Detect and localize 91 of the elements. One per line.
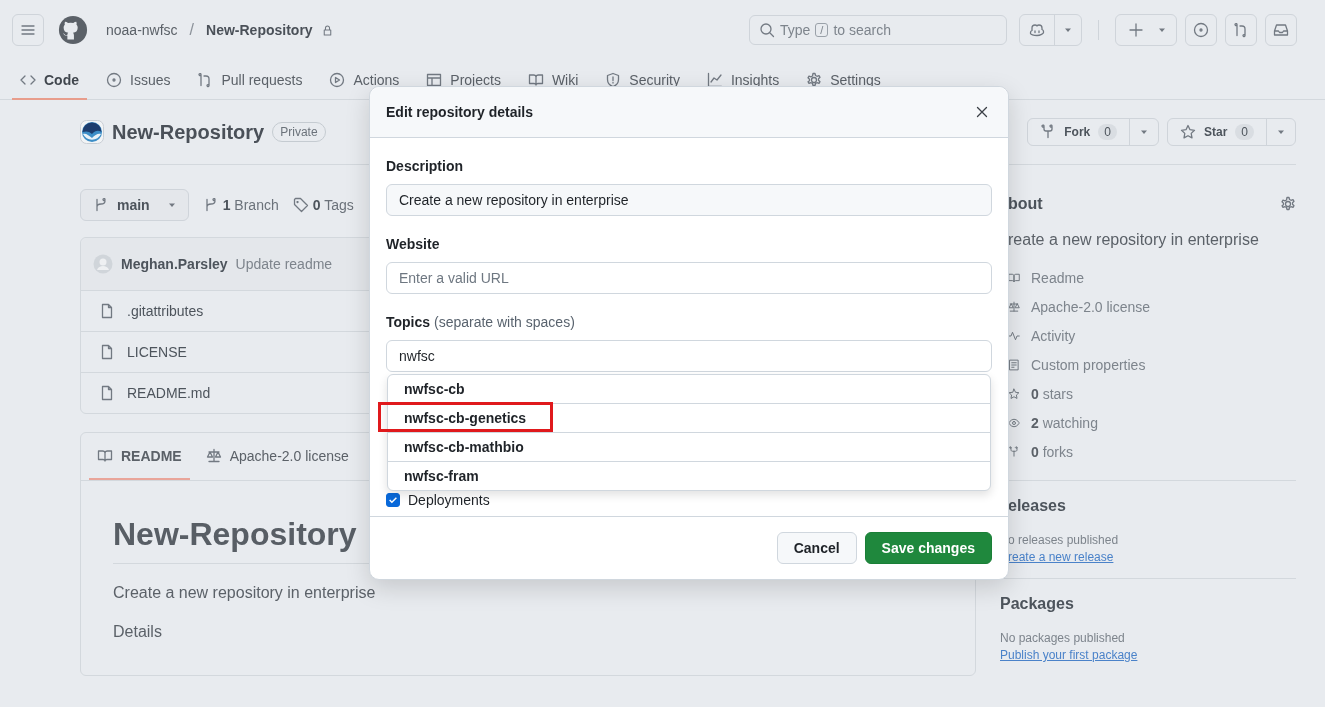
note-icon [1008,357,1020,372]
book-icon [97,447,113,464]
breadcrumb-separator: / [189,21,195,39]
file-icon [99,344,115,360]
checkbox[interactable] [386,493,400,507]
about-link[interactable]: 0 stars [1031,385,1074,402]
about-link[interactable]: Readme [1031,269,1084,286]
about-link[interactable]: Custom properties [1031,356,1146,373]
about-link[interactable]: 0 forks [1031,443,1074,460]
website-field[interactable]: Enter a valid URL [386,262,992,294]
caret-icon [1064,26,1072,34]
pull-request-icon [1233,22,1249,38]
inbox-icon [1273,22,1289,38]
suggestion-item[interactable]: nwfsc-cb-genetics [388,404,990,432]
menu-button[interactable] [12,14,44,46]
suggestion-item[interactable]: nwfsc-cb [388,375,990,403]
star-icon [1179,124,1196,140]
book-icon [527,72,544,88]
description-label: Description [386,157,464,176]
topics-field[interactable]: nwfsc [386,340,992,372]
gear-icon [806,72,823,88]
readme-paragraph: Create a new repository in enterprise [113,584,376,602]
dialog-title: Edit repository details [386,104,534,120]
menu-icon [20,22,36,38]
play-icon [329,72,346,88]
readme-tab[interactable]: Apache-2.0 license [197,433,357,480]
releases-note: o releases published [1007,533,1120,547]
caret-icon [167,201,176,209]
commit-author[interactable]: Meghan.Parsley [121,256,228,272]
octocat-logo-icon[interactable] [58,15,88,45]
nav-tab[interactable]: Issues [98,60,179,100]
description-field[interactable]: Create a new repository in enterprise [386,184,992,216]
nav-tab[interactable]: Projects [418,60,509,100]
cancel-button[interactable]: Cancel [776,532,857,564]
caret-icon [1158,26,1166,34]
about-description: reate a new repository in enterprise [1007,231,1260,249]
fork-icon [1008,444,1020,459]
file-link[interactable]: LICENSE [127,344,187,360]
nav-tab[interactable]: Settings [798,60,889,100]
nav-tab[interactable]: Actions [321,60,408,100]
nav-tab[interactable]: Security [597,60,688,100]
file-link[interactable]: .gitattributes [127,303,204,319]
organization-logo-icon [80,120,104,144]
suggestion-item[interactable]: nwfsc-fram [388,462,990,490]
nav-tab[interactable]: Wiki [519,60,587,100]
avatar-icon [93,254,113,274]
search-icon [759,22,775,38]
caret-icon [1139,128,1148,136]
file-icon [99,303,115,319]
repo-link[interactable]: New-Repository [206,22,313,38]
publish-package-link[interactable]: Publish your first package [1000,648,1296,662]
packages-note: No packages published [1000,631,1126,645]
file-icon [99,385,115,401]
repository-name[interactable]: New-Repository [112,120,265,144]
owner-link[interactable]: noaa-nwfsc [106,22,178,38]
packages-heading[interactable]: Packages [1000,595,1296,613]
nav-tab[interactable]: Code [12,60,87,100]
topics-label: Topics (separate with spaces) [386,313,576,332]
branch-icon [93,197,109,213]
commit-message[interactable]: Update readme [235,256,333,272]
scales-icon [1008,299,1020,314]
search-field[interactable]: Type / to search [749,15,1007,45]
star-icon [1008,386,1020,401]
readme-paragraph: Details [113,623,162,641]
shortcut-key: / [815,23,829,37]
caret-icon [1277,128,1285,136]
branches-link[interactable]: 1 Branch [202,197,279,213]
about-heading: bout [1007,195,1043,213]
save-button[interactable]: Save changes [864,532,992,564]
tags-link[interactable]: 0 Tags [292,197,354,213]
table-icon [426,72,443,88]
close-icon [974,104,990,120]
settings-icon[interactable] [1280,196,1296,212]
shield-icon [605,72,622,88]
plus-icon [1128,22,1144,38]
scales-icon [205,447,222,464]
about-link[interactable]: Activity [1031,327,1076,344]
about-link[interactable]: 2 watching [1031,414,1098,431]
option-label: Deployments [408,492,490,508]
file-link[interactable]: README.md [127,385,211,401]
issues-button[interactable] [1185,14,1217,46]
nav-tab[interactable]: Pull requests [189,60,311,100]
tag-icon [292,197,309,213]
readme-tab[interactable]: README [89,433,190,480]
website-label: Website [386,235,441,254]
about-link[interactable]: Apache-2.0 license [1031,298,1151,315]
suggestion-item[interactable]: nwfsc-cb-mathbio [388,433,990,461]
robot-icon [1029,22,1045,38]
pull-requests-button[interactable] [1225,14,1257,46]
branch-selector[interactable]: main [80,189,189,221]
inbox-button[interactable] [1265,14,1297,46]
